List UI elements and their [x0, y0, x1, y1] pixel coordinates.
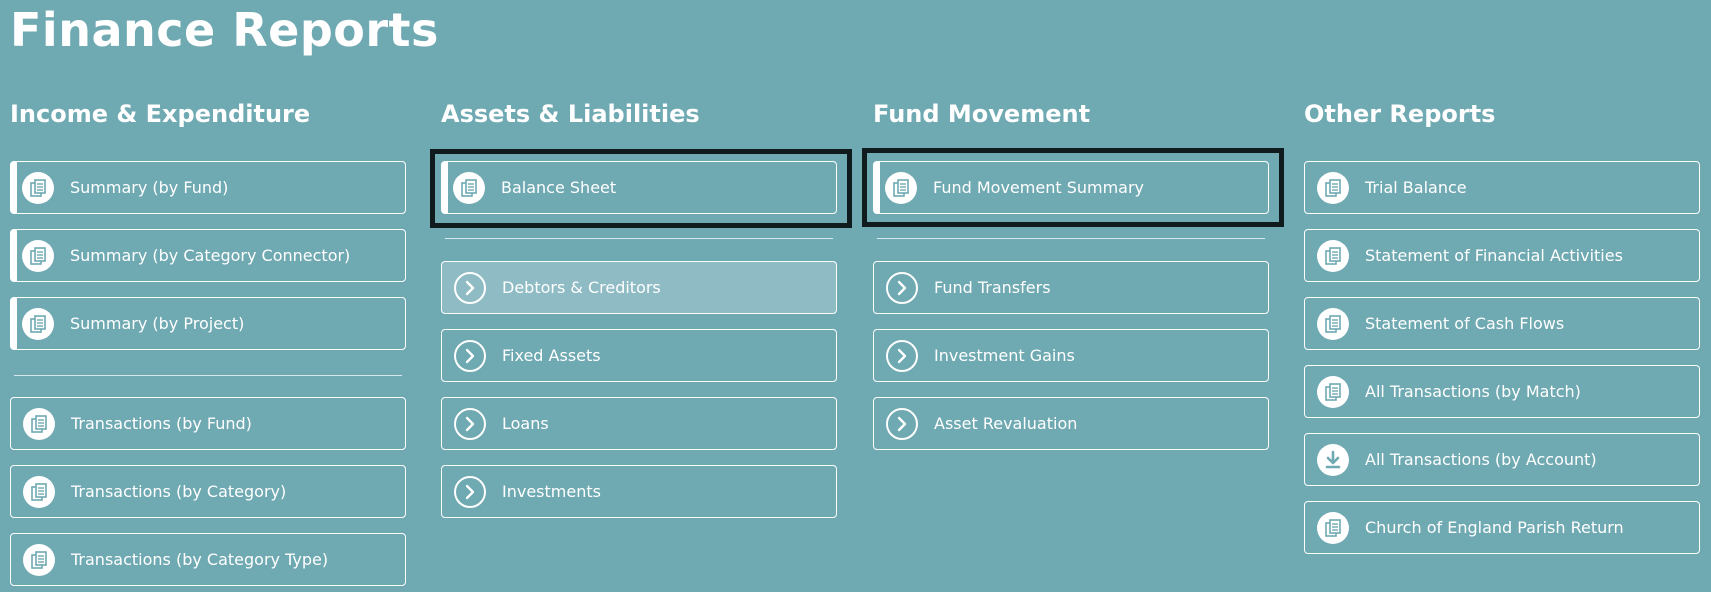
church-of-england-parish-return-button[interactable]: Church of England Parish Return [1304, 501, 1700, 554]
section-divider [445, 238, 833, 239]
chevron-right-icon [454, 271, 486, 304]
column-title-assets-liabilities: Assets & Liabilities [441, 100, 700, 128]
button-label: Asset Revaluation [934, 414, 1078, 433]
report-document-icon [1317, 511, 1349, 544]
report-document-icon [1317, 307, 1349, 340]
button-label: Debtors & Creditors [502, 278, 661, 297]
report-document-icon [1317, 171, 1349, 204]
button-label: Fixed Assets [502, 346, 601, 365]
report-document-icon [23, 475, 55, 508]
button-label: Summary (by Project) [70, 314, 245, 333]
page-title: Finance Reports [10, 3, 439, 57]
statement-of-cash-flows-button[interactable]: Statement of Cash Flows [1304, 297, 1700, 350]
debtors-creditors-button[interactable]: Debtors & Creditors [441, 261, 837, 314]
section-divider [877, 238, 1265, 239]
report-document-icon [22, 239, 54, 272]
chevron-right-icon [886, 271, 918, 304]
chevron-right-icon [886, 407, 918, 440]
asset-revaluation-button[interactable]: Asset Revaluation [873, 397, 1269, 450]
button-label: Fund Movement Summary [933, 178, 1145, 197]
investment-gains-button[interactable]: Investment Gains [873, 329, 1269, 382]
fund-movement-summary-button[interactable]: Fund Movement Summary [873, 161, 1269, 214]
report-document-icon [22, 307, 54, 340]
report-document-icon [1317, 239, 1349, 272]
column-title-other-reports: Other Reports [1304, 100, 1496, 128]
button-label: Trial Balance [1365, 178, 1467, 197]
transactions-by-category-type-button[interactable]: Transactions (by Category Type) [10, 533, 406, 586]
report-document-icon [885, 171, 917, 204]
report-document-icon [22, 171, 54, 204]
button-label: Balance Sheet [501, 178, 617, 197]
statement-of-financial-activities-button[interactable]: Statement of Financial Activities [1304, 229, 1700, 282]
all-transactions-by-match-button[interactable]: All Transactions (by Match) [1304, 365, 1700, 418]
download-icon [1317, 443, 1349, 476]
report-document-icon [453, 171, 485, 204]
trial-balance-button[interactable]: Trial Balance [1304, 161, 1700, 214]
section-divider [14, 375, 402, 376]
fund-transfers-button[interactable]: Fund Transfers [873, 261, 1269, 314]
transactions-by-category-button[interactable]: Transactions (by Category) [10, 465, 406, 518]
button-label: Summary (by Category Connector) [70, 246, 351, 265]
balance-sheet-button[interactable]: Balance Sheet [441, 161, 837, 214]
fixed-assets-button[interactable]: Fixed Assets [441, 329, 837, 382]
summary-by-project-button[interactable]: Summary (by Project) [10, 297, 406, 350]
column-title-income-expenditure: Income & Expenditure [10, 100, 311, 128]
all-transactions-by-account-button[interactable]: All Transactions (by Account) [1304, 433, 1700, 486]
button-label: Summary (by Fund) [70, 178, 229, 197]
button-label: Statement of Cash Flows [1365, 314, 1565, 333]
button-label: Fund Transfers [934, 278, 1051, 297]
button-label: Transactions (by Fund) [71, 414, 252, 433]
column-title-fund-movement: Fund Movement [873, 100, 1091, 128]
button-label: All Transactions (by Account) [1365, 450, 1597, 469]
button-label: Transactions (by Category) [71, 482, 287, 501]
investments-button[interactable]: Investments [441, 465, 837, 518]
chevron-right-icon [454, 407, 486, 440]
button-label: Loans [502, 414, 549, 433]
transactions-by-fund-button[interactable]: Transactions (by Fund) [10, 397, 406, 450]
button-label: All Transactions (by Match) [1365, 382, 1581, 401]
report-document-icon [23, 407, 55, 440]
report-document-icon [1317, 375, 1349, 408]
button-label: Investments [502, 482, 601, 501]
button-label: Statement of Financial Activities [1365, 246, 1623, 265]
chevron-right-icon [886, 339, 918, 372]
summary-by-fund-button[interactable]: Summary (by Fund) [10, 161, 406, 214]
report-document-icon [23, 543, 55, 576]
summary-by-category-connector-button[interactable]: Summary (by Category Connector) [10, 229, 406, 282]
chevron-right-icon [454, 475, 486, 508]
chevron-right-icon [454, 339, 486, 372]
button-label: Transactions (by Category Type) [71, 550, 329, 569]
button-label: Church of England Parish Return [1365, 518, 1624, 537]
button-label: Investment Gains [934, 346, 1075, 365]
loans-button[interactable]: Loans [441, 397, 837, 450]
